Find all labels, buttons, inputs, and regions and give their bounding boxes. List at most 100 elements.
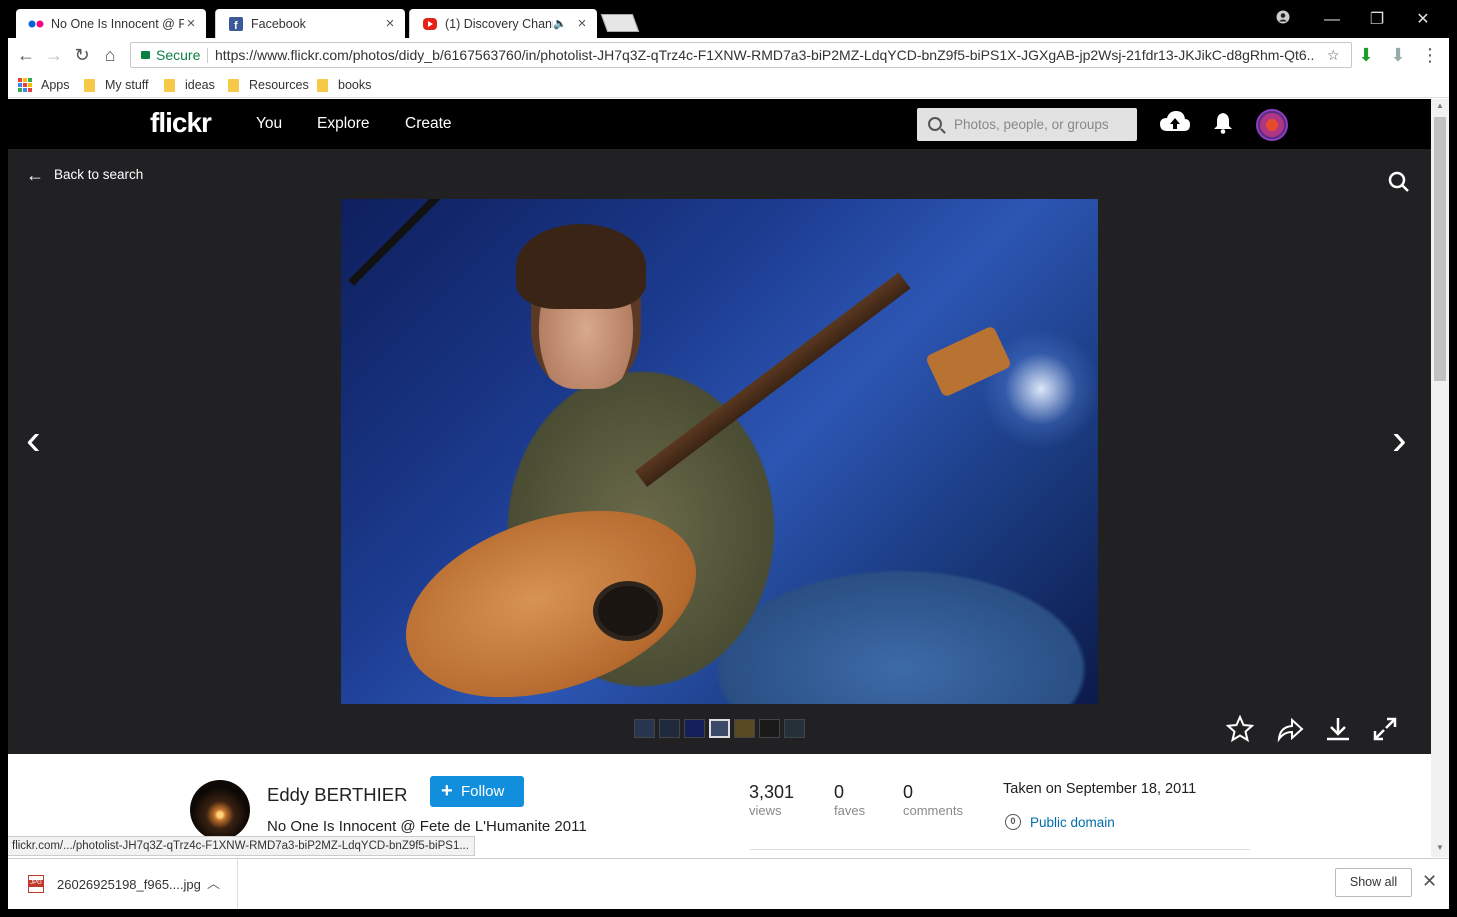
chevron-up-icon[interactable]: ︿ bbox=[207, 873, 220, 892]
nav-explore[interactable]: Explore bbox=[317, 115, 370, 133]
forward-arrow-icon[interactable]: → bbox=[43, 44, 65, 66]
download-icon[interactable] bbox=[1324, 715, 1352, 743]
back-to-search-link[interactable]: ← Back to search bbox=[26, 164, 143, 185]
upload-cloud-icon[interactable] bbox=[1159, 109, 1191, 135]
previous-photo-chevron-icon[interactable]: ‹ bbox=[26, 415, 41, 465]
url-text: https://www.flickr.com/photos/didy_b/616… bbox=[215, 47, 1315, 63]
bookmark-folder-ideas[interactable]: ideas bbox=[164, 77, 215, 93]
account-avatar[interactable] bbox=[1256, 109, 1288, 141]
restore-icon[interactable]: ❐ bbox=[1366, 10, 1388, 30]
close-tab-icon[interactable]: × bbox=[184, 15, 198, 32]
photostream-thumbnail[interactable] bbox=[759, 719, 780, 738]
public-domain-icon: 0 bbox=[1005, 814, 1021, 830]
main-photo[interactable] bbox=[341, 199, 1098, 704]
nav-create[interactable]: Create bbox=[405, 115, 452, 133]
flickr-photo-page: flickr You Explore Create Photos, people… bbox=[8, 99, 1431, 857]
flickr-logo[interactable]: flickr bbox=[150, 107, 212, 139]
download-manager-icon[interactable]: ⬇ bbox=[1387, 44, 1409, 66]
license-link[interactable]: 0 Public domain bbox=[1005, 814, 1115, 830]
home-icon[interactable]: ⌂ bbox=[99, 44, 121, 66]
stat-views: 3,301 views bbox=[749, 782, 795, 818]
menu-kebab-icon[interactable]: ⋮ bbox=[1419, 44, 1441, 66]
tab-youtube[interactable]: (1) Discovery Channel 🔈 × bbox=[409, 9, 597, 38]
scroll-thumb[interactable] bbox=[1434, 117, 1446, 381]
photostream-thumbnail[interactable] bbox=[784, 719, 805, 738]
photostream-thumbnail[interactable] bbox=[734, 719, 755, 738]
apps-grid-icon bbox=[18, 78, 32, 92]
scroll-down-icon[interactable]: ▼ bbox=[1435, 843, 1445, 852]
address-bar[interactable]: Secure https://www.flickr.com/photos/did… bbox=[130, 42, 1352, 68]
photo-title: No One Is Innocent @ Fete de L'Humanite … bbox=[267, 818, 587, 835]
tab-title: (1) Discovery Channel bbox=[445, 16, 553, 31]
new-tab-button[interactable] bbox=[600, 14, 640, 32]
tab-flickr[interactable]: No One Is Innocent @ Fe × bbox=[16, 9, 206, 38]
bookmark-star-icon[interactable]: ☆ bbox=[1327, 43, 1340, 67]
bookmarks-bar: Apps My stuff ideas Resources books bbox=[8, 72, 1449, 98]
owner-avatar[interactable] bbox=[190, 780, 250, 840]
guitar-neck bbox=[634, 272, 911, 487]
fullscreen-expand-icon[interactable] bbox=[1371, 715, 1399, 743]
folder-icon bbox=[164, 78, 175, 92]
profile-icon[interactable] bbox=[1272, 10, 1294, 30]
downloads-shelf: JPG 26026925198_f965....jpg ︿ Show all ✕ bbox=[8, 858, 1449, 909]
close-icon[interactable]: ✕ bbox=[1422, 871, 1437, 892]
bookmark-apps[interactable]: Apps bbox=[18, 77, 70, 93]
back-arrow-icon[interactable]: ← bbox=[15, 44, 37, 66]
search-icon[interactable] bbox=[1388, 171, 1410, 193]
photostream-thumbnails bbox=[634, 719, 805, 738]
search-input[interactable]: Photos, people, or groups bbox=[917, 108, 1137, 141]
show-all-button[interactable]: Show all bbox=[1335, 868, 1412, 897]
secure-indicator[interactable]: Secure bbox=[141, 43, 200, 67]
bookmark-folder-resources[interactable]: Resources bbox=[228, 77, 309, 93]
flickr-favicon-icon bbox=[28, 16, 44, 32]
next-photo-chevron-icon[interactable]: › bbox=[1392, 415, 1407, 465]
browser-toolbar: ← → ↻ ⌂ Secure https://www.flickr.com/ph… bbox=[8, 38, 1449, 72]
nav-you[interactable]: You bbox=[256, 115, 282, 133]
favorite-star-icon[interactable] bbox=[1226, 715, 1254, 743]
mic-stand bbox=[348, 199, 510, 286]
tab-facebook[interactable]: f Facebook × bbox=[215, 9, 405, 38]
tab-strip: No One Is Innocent @ Fe × f Facebook × (… bbox=[0, 0, 1457, 38]
download-item[interactable]: JPG 26026925198_f965....jpg ︿ bbox=[8, 859, 238, 909]
tab-title: Facebook bbox=[251, 16, 306, 31]
bookmark-folder-my-stuff[interactable]: My stuff bbox=[84, 77, 149, 93]
audio-playing-icon[interactable]: 🔈 bbox=[553, 17, 567, 30]
jpg-file-icon: JPG bbox=[28, 875, 44, 893]
photostream-thumbnail[interactable] bbox=[659, 719, 680, 738]
youtube-favicon-icon bbox=[422, 16, 438, 32]
search-icon bbox=[928, 117, 942, 131]
facebook-favicon-icon: f bbox=[228, 16, 244, 32]
scroll-up-icon[interactable]: ▲ bbox=[1435, 101, 1445, 110]
download-filename: 26026925198_f965....jpg bbox=[57, 877, 201, 892]
bookmark-folder-books[interactable]: books bbox=[317, 77, 371, 93]
reload-icon[interactable]: ↻ bbox=[71, 44, 93, 66]
download-extension-icon[interactable]: ⬇ bbox=[1355, 44, 1377, 66]
arrow-left-icon: ← bbox=[26, 164, 44, 185]
plus-icon: + bbox=[441, 780, 453, 802]
browser-window: No One Is Innocent @ Fe × f Facebook × (… bbox=[0, 0, 1457, 917]
folder-icon bbox=[84, 78, 95, 92]
photostream-thumbnail[interactable] bbox=[634, 719, 655, 738]
close-tab-icon[interactable]: × bbox=[383, 15, 397, 32]
lock-icon bbox=[141, 51, 150, 59]
notifications-bell-icon[interactable] bbox=[1213, 112, 1233, 134]
share-arrow-icon[interactable] bbox=[1276, 715, 1304, 743]
page-scrollbar[interactable]: ▲ ▼ bbox=[1431, 99, 1449, 857]
status-url: flickr.com/.../photolist-JH7q3Z-qTrz4c-F… bbox=[8, 836, 475, 856]
guitar-headstock bbox=[925, 325, 1012, 398]
follow-button[interactable]: + Follow bbox=[430, 776, 524, 807]
photostream-thumbnail[interactable] bbox=[709, 719, 730, 738]
svg-text:f: f bbox=[234, 20, 238, 31]
minimize-icon[interactable]: — bbox=[1321, 10, 1343, 30]
close-tab-icon[interactable]: × bbox=[575, 15, 589, 32]
close-window-icon[interactable]: ✕ bbox=[1412, 10, 1434, 30]
stat-faves: 0 faves bbox=[834, 782, 866, 818]
owner-name[interactable]: Eddy BERTHIER bbox=[267, 784, 408, 806]
date-taken[interactable]: Taken on September 18, 2011 bbox=[1003, 781, 1196, 797]
tab-title: No One Is Innocent @ Fe bbox=[51, 16, 184, 31]
flickr-navbar: flickr You Explore Create Photos, people… bbox=[8, 99, 1431, 149]
folder-icon bbox=[317, 78, 328, 92]
guitar-soundhole bbox=[593, 581, 663, 641]
photostream-thumbnail[interactable] bbox=[684, 719, 705, 738]
musician-hair bbox=[516, 224, 646, 309]
